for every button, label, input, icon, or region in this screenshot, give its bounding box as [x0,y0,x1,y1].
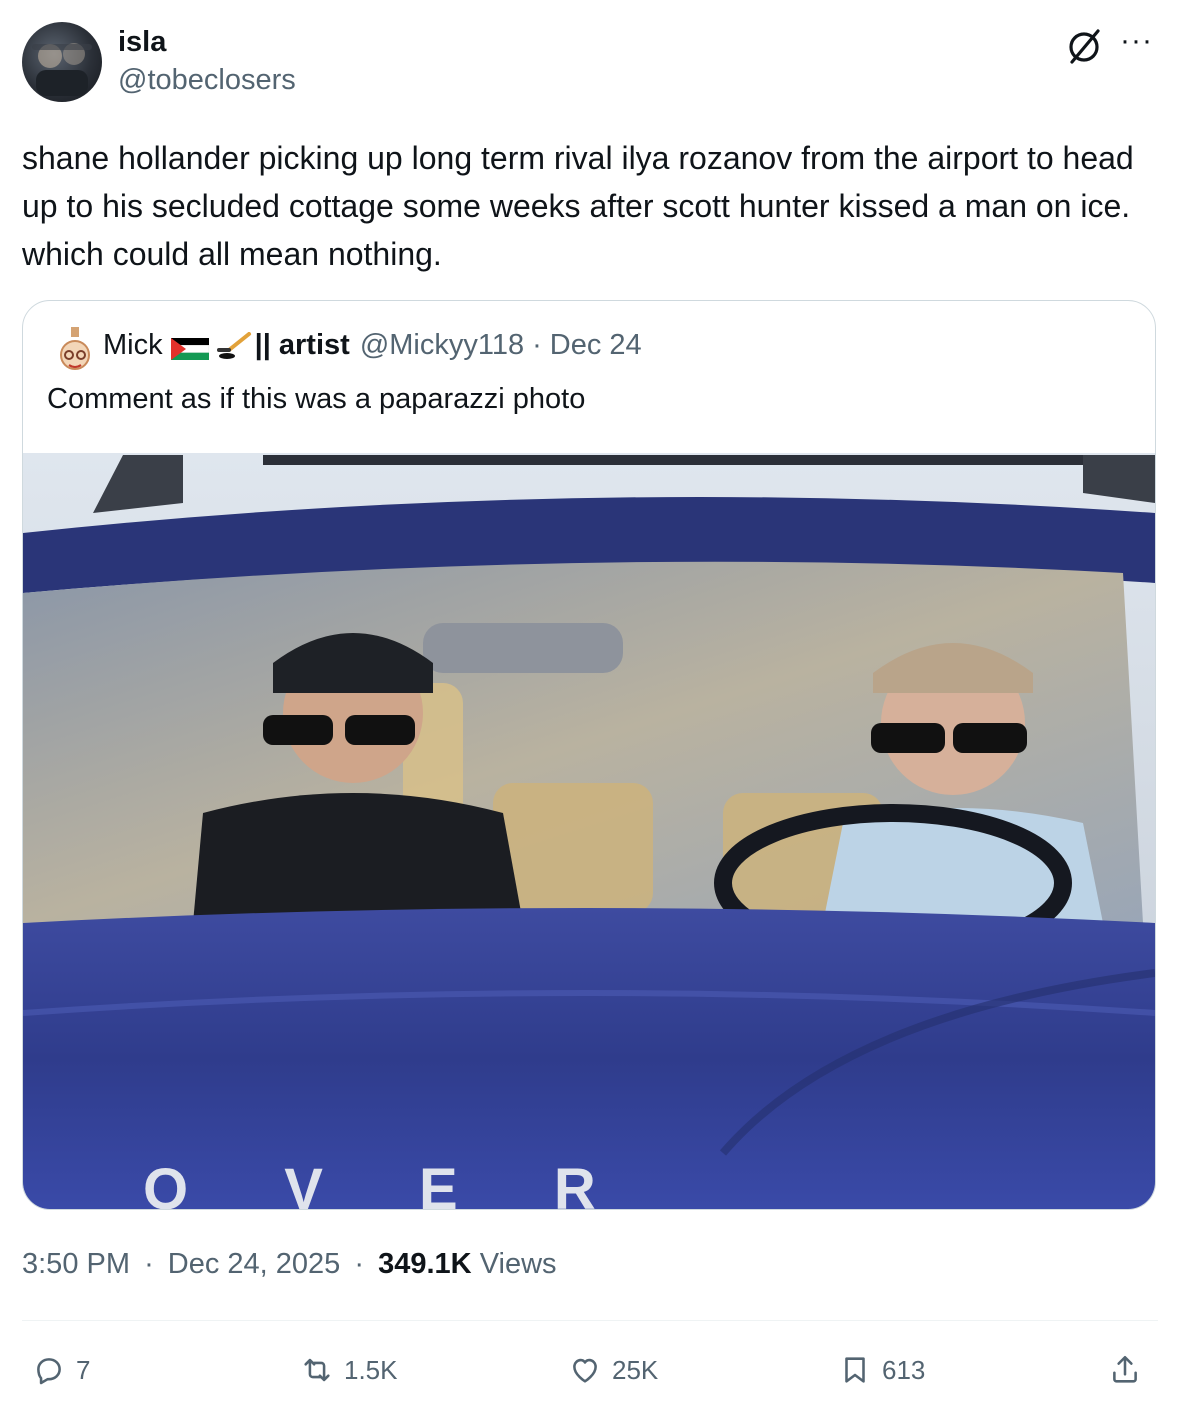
divider [22,1320,1158,1321]
quote-header: Mick || artist @Mickyy118 · Dec 24 [103,329,642,362]
bookmark-button[interactable]: 613 [838,1348,925,1392]
author-display-name[interactable]: isla [118,26,166,59]
quote-author-handle[interactable]: @Mickyy118 [360,329,524,362]
quote-author-avatar[interactable] [49,325,101,377]
like-button[interactable]: 25K [568,1348,658,1392]
quote-separator: · [532,329,542,361]
quote-text: Comment as if this was a paparazzi photo [47,383,586,415]
views-label: Views [479,1248,557,1280]
hockey-stick-icon [213,331,253,360]
meta-separator: · [144,1248,154,1280]
reply-icon [37,1358,61,1385]
grok-icon[interactable] [1064,26,1104,66]
tweet-text: shane hollander picking up long term riv… [22,140,1134,272]
palestine-flag-icon [170,335,209,360]
meta-separator: · [354,1248,365,1280]
author-avatar[interactable] [22,22,102,102]
like-count: 25K [612,1354,659,1385]
more-icon[interactable]: ··· [1120,24,1153,58]
quote-author-name-suffix[interactable]: || artist [255,329,350,362]
avatar-photo [32,43,92,96]
reply-count: 7 [76,1354,91,1385]
photo-caption: O V E R [143,1157,636,1209]
bookmark-icon [845,1357,865,1383]
retweet-count: 1.5K [344,1354,398,1385]
heart-icon [573,1358,597,1383]
quote-photo[interactable]: O V E R [23,453,1155,1209]
retweet-button[interactable]: 1.5K [300,1348,398,1392]
quote-date[interactable]: Dec 24 [550,329,642,362]
tweet-meta: 3:50 PM · Dec 24, 2025 · 349.1K Views [22,1248,557,1281]
quote-tweet-card[interactable]: Mick || artist @Mickyy118 · Dec 24 Comme… [22,300,1156,1210]
tweet-time[interactable]: 3:50 PM [22,1248,130,1280]
author-handle[interactable]: @tobeclosers [118,64,296,97]
quote-author-name[interactable]: Mick [103,329,163,362]
tweet-date[interactable]: Dec 24, 2025 [168,1248,341,1280]
reply-button[interactable]: 7 [32,1348,90,1392]
retweet-icon [304,1358,330,1382]
share-button[interactable] [1108,1348,1152,1392]
share-icon [1113,1355,1137,1383]
views-count: 349.1K [378,1248,472,1280]
bookmark-count: 613 [882,1354,926,1385]
